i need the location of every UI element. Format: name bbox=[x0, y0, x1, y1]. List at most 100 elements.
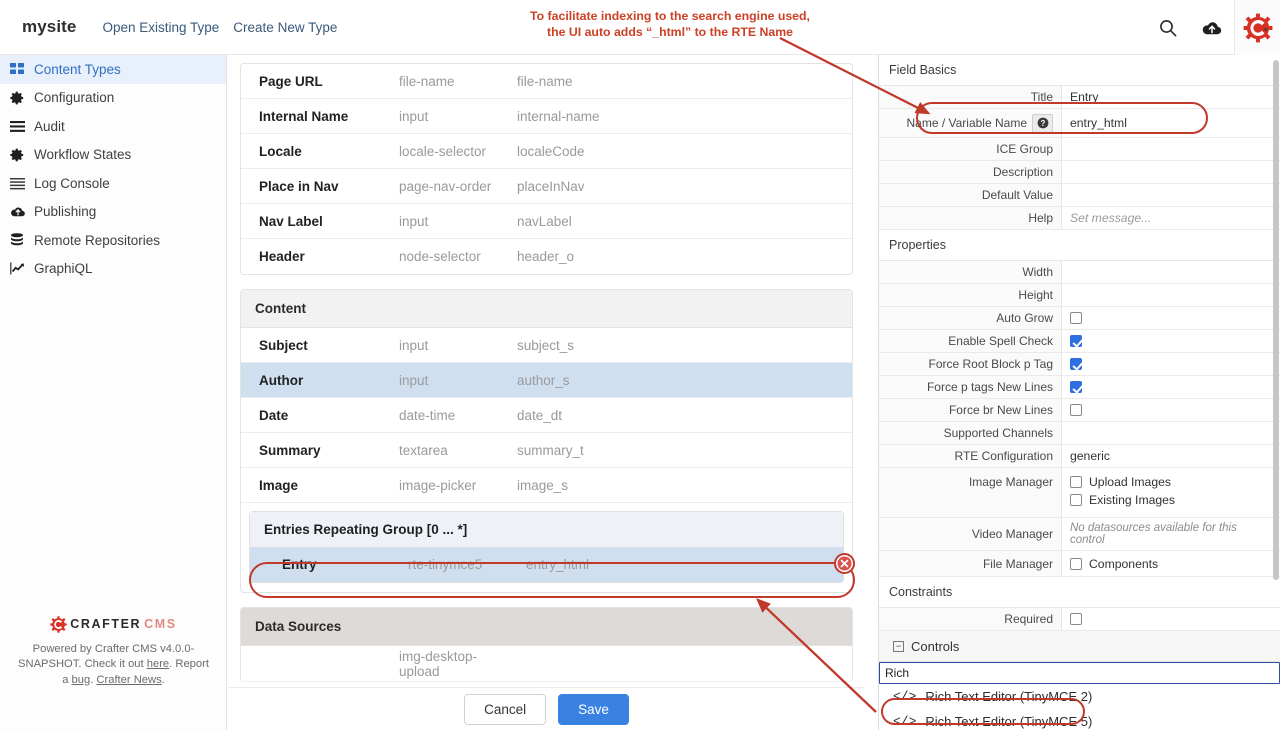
property-row-enable-spell-check[interactable]: Enable Spell Check bbox=[879, 330, 1280, 353]
sidebar-item-log-console[interactable]: Log Console bbox=[0, 169, 226, 198]
property-label: Description bbox=[879, 161, 1062, 183]
create-new-type-link[interactable]: Create New Type bbox=[233, 20, 337, 35]
table-row[interactable]: Page URL file-name file-name bbox=[241, 64, 852, 99]
footer-link-here[interactable]: here bbox=[147, 658, 169, 670]
field-variable-name: localeCode bbox=[517, 143, 585, 159]
sidebar-item-workflow-states[interactable]: Workflow States bbox=[0, 141, 226, 170]
upload-images-option[interactable]: Upload Images bbox=[1070, 475, 1171, 489]
property-row-force-root-block-p-tag[interactable]: Force Root Block p Tag bbox=[879, 353, 1280, 376]
field-title: Internal Name bbox=[259, 108, 349, 124]
table-row[interactable]: Locale locale-selector localeCode bbox=[241, 134, 852, 169]
existing-images-checkbox[interactable] bbox=[1070, 494, 1082, 506]
property-value[interactable] bbox=[1062, 161, 1280, 183]
sidebar-item-audit[interactable]: Audit bbox=[0, 112, 226, 141]
field-control-type: file-name bbox=[399, 73, 455, 89]
crafter-gear-logo-icon[interactable] bbox=[1234, 0, 1280, 55]
enable-spell-check-checkbox[interactable] bbox=[1070, 335, 1082, 347]
field-control-type: node-selector bbox=[399, 249, 481, 264]
upload-images-checkbox[interactable] bbox=[1070, 476, 1082, 488]
table-row[interactable]: Date date-time date_dt bbox=[241, 398, 852, 433]
field-variable-name: author_s bbox=[517, 372, 570, 388]
save-button[interactable]: Save bbox=[558, 693, 629, 725]
sidebar-item-configuration[interactable]: Configuration bbox=[0, 84, 226, 113]
table-row[interactable]: Internal Name input internal-name bbox=[241, 99, 852, 134]
controls-section-header[interactable]: − Controls bbox=[879, 631, 1280, 662]
property-row-help[interactable]: Help Set message... bbox=[879, 207, 1280, 230]
help-icon[interactable]: ? bbox=[1032, 113, 1053, 133]
property-value[interactable] bbox=[1062, 261, 1280, 283]
property-row-file-manager[interactable]: File Manager Components bbox=[879, 551, 1280, 577]
collapse-toggle-icon[interactable]: − bbox=[893, 641, 904, 652]
property-row-image-manager[interactable]: Image Manager Upload Images Existing Ima… bbox=[879, 468, 1280, 518]
cancel-button[interactable]: Cancel bbox=[464, 693, 547, 725]
code-icon: </> bbox=[893, 689, 917, 704]
right-panel-scrollbar[interactable] bbox=[1273, 60, 1279, 580]
components-option[interactable]: Components bbox=[1070, 557, 1158, 571]
property-row-auto-grow[interactable]: Auto Grow bbox=[879, 307, 1280, 330]
components-checkbox[interactable] bbox=[1070, 557, 1082, 570]
property-value[interactable]: entry_html bbox=[1062, 109, 1280, 137]
property-value[interactable] bbox=[1062, 284, 1280, 306]
field-title: Nav Label bbox=[259, 213, 323, 229]
property-value[interactable] bbox=[1062, 422, 1280, 444]
property-row-default-value[interactable]: Default Value bbox=[879, 184, 1280, 207]
cloud-upload-icon[interactable] bbox=[1190, 0, 1234, 55]
property-value[interactable] bbox=[1062, 138, 1280, 160]
property-row-force-br-new-lines[interactable]: Force br New Lines bbox=[879, 399, 1280, 422]
footer-link-bug[interactable]: bug bbox=[72, 674, 91, 686]
section-header-content: Content bbox=[241, 290, 852, 328]
control-item-label: Rich Text Editor (TinyMCE 5) bbox=[925, 714, 1093, 729]
content-type-form-canvas[interactable]: Page URL file-name file-name Internal Na… bbox=[228, 55, 865, 730]
property-value[interactable]: generic bbox=[1062, 445, 1280, 467]
auto-grow-checkbox[interactable] bbox=[1070, 312, 1082, 324]
force-root-block-p-tag-checkbox[interactable] bbox=[1070, 358, 1082, 370]
controls-search-input[interactable] bbox=[879, 662, 1280, 684]
table-row[interactable]: Nav Label input navLabel bbox=[241, 204, 852, 239]
property-row-video-manager[interactable]: Video Manager No datasources available f… bbox=[879, 518, 1280, 551]
property-row-rte-configuration[interactable]: RTE Configuration generic bbox=[879, 445, 1280, 468]
table-row[interactable]: Subject input subject_s bbox=[241, 328, 852, 363]
open-existing-type-link[interactable]: Open Existing Type bbox=[102, 20, 219, 35]
property-value bbox=[1062, 307, 1280, 329]
existing-images-option[interactable]: Existing Images bbox=[1070, 493, 1175, 507]
property-value-placeholder[interactable]: Set message... bbox=[1062, 207, 1280, 229]
property-label: Force Root Block p Tag bbox=[879, 353, 1062, 375]
property-row-required[interactable]: Required bbox=[879, 608, 1280, 631]
section-header-data-sources: Data Sources bbox=[241, 608, 852, 646]
control-item-tinymce-2[interactable]: </> Rich Text Editor (TinyMCE 2) bbox=[879, 684, 1280, 709]
sidebar-item-label: Publishing bbox=[34, 204, 97, 220]
required-checkbox[interactable] bbox=[1070, 613, 1082, 625]
table-row[interactable]: Header node-selector header_o bbox=[241, 239, 852, 274]
sidebar-item-remote-repositories[interactable]: Remote Repositories bbox=[0, 226, 226, 255]
property-row-supported-channels[interactable]: Supported Channels bbox=[879, 422, 1280, 445]
table-row[interactable]: Summary textarea summary_t bbox=[241, 433, 852, 468]
property-row-ice-group[interactable]: ICE Group bbox=[879, 138, 1280, 161]
field-variable-name: summary_t bbox=[517, 442, 584, 458]
sidebar-item-content-types[interactable]: Content Types bbox=[0, 55, 226, 84]
table-row-entry-selected[interactable]: Entry rte-tinymce5 entry_html bbox=[250, 547, 843, 582]
property-value[interactable]: Entry bbox=[1062, 86, 1280, 108]
top-bar: mysite Open Existing Type Create New Typ… bbox=[0, 0, 1280, 55]
property-row-name-variable-name[interactable]: Name / Variable Name ? entry_html bbox=[879, 109, 1280, 138]
table-row-selected[interactable]: Author input author_s bbox=[241, 363, 852, 398]
database-icon bbox=[10, 233, 34, 247]
table-row[interactable]: Place in Nav page-nav-order placeInNav bbox=[241, 169, 852, 204]
table-row[interactable]: Image image-picker image_s bbox=[241, 468, 852, 503]
sidebar-item-publishing[interactable]: Publishing bbox=[0, 198, 226, 227]
search-icon[interactable] bbox=[1146, 0, 1190, 55]
property-value[interactable] bbox=[1062, 184, 1280, 206]
top-bar-actions bbox=[1146, 0, 1280, 55]
table-row[interactable]: img-desktop-upload bbox=[241, 646, 852, 681]
field-properties-panel[interactable]: Field Basics Title Entry Name / Variable… bbox=[878, 55, 1280, 730]
force-br-new-lines-checkbox[interactable] bbox=[1070, 404, 1082, 416]
property-row-force-p-tags-new-lines[interactable]: Force p tags New Lines bbox=[879, 376, 1280, 399]
property-row-width[interactable]: Width bbox=[879, 261, 1280, 284]
field-title: Page URL bbox=[259, 73, 323, 89]
property-row-title[interactable]: Title Entry bbox=[879, 86, 1280, 109]
property-row-height[interactable]: Height bbox=[879, 284, 1280, 307]
footer-link-crafter-news[interactable]: Crafter News bbox=[96, 674, 161, 686]
force-p-tags-new-lines-checkbox[interactable] bbox=[1070, 381, 1082, 393]
sidebar-item-graphiql[interactable]: GraphiQL bbox=[0, 255, 226, 284]
property-row-description[interactable]: Description bbox=[879, 161, 1280, 184]
control-item-tinymce-5[interactable]: </> Rich Text Editor (TinyMCE 5) bbox=[879, 709, 1280, 730]
